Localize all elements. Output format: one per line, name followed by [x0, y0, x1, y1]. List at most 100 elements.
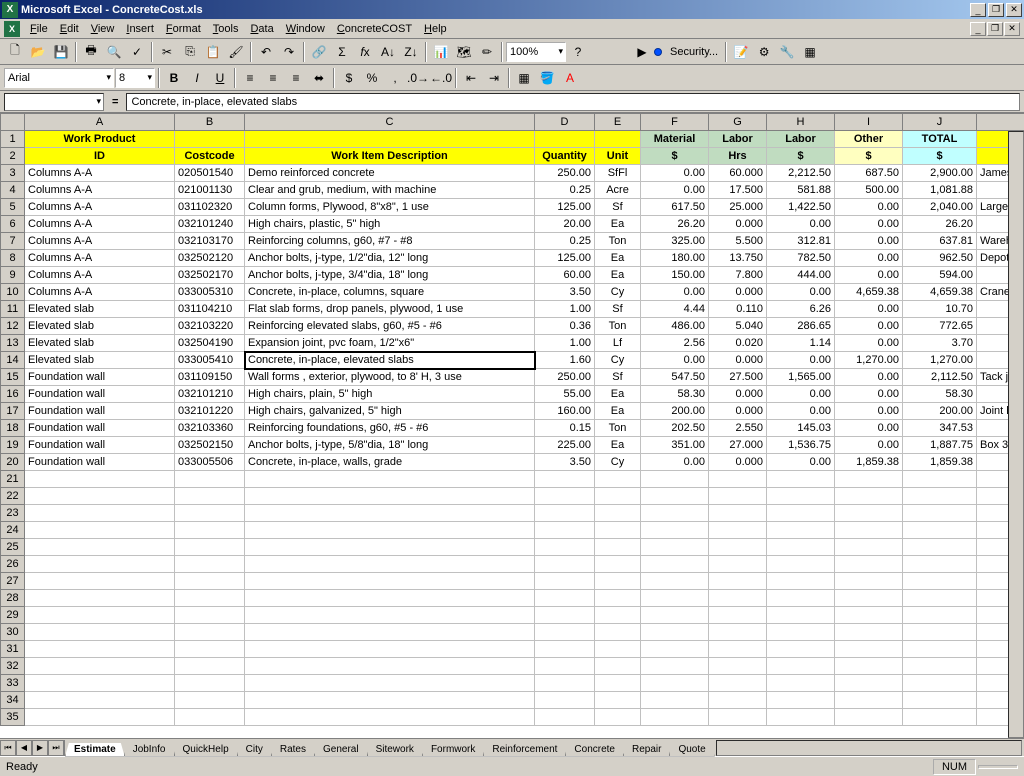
col-header[interactable]: I [835, 114, 903, 131]
cell[interactable] [903, 607, 977, 624]
row-header[interactable]: 5 [1, 199, 25, 216]
cell[interactable]: 150.00 [641, 267, 709, 284]
borders-button[interactable]: ▦ [513, 67, 535, 89]
copy-button[interactable]: ⎘ [179, 41, 201, 63]
cell[interactable] [535, 607, 595, 624]
row-header[interactable]: 25 [1, 539, 25, 556]
header-cell[interactable]: Unit [595, 148, 641, 165]
cell[interactable]: 962.50 [903, 250, 977, 267]
header-cell[interactable]: Quantity [535, 148, 595, 165]
cell[interactable] [903, 675, 977, 692]
row-header[interactable]: 20 [1, 454, 25, 471]
cell[interactable]: 200.00 [903, 403, 977, 420]
cell[interactable] [709, 471, 767, 488]
cell[interactable]: 617.50 [641, 199, 709, 216]
cell[interactable]: 1.60 [535, 352, 595, 369]
header-cell[interactable]: Costcode [175, 148, 245, 165]
row-header[interactable]: 12 [1, 318, 25, 335]
row-header[interactable]: 19 [1, 437, 25, 454]
cell[interactable] [595, 556, 641, 573]
cell[interactable]: 250.00 [535, 369, 595, 386]
save-button[interactable]: 💾 [50, 41, 72, 63]
col-header[interactable]: J [903, 114, 977, 131]
cell[interactable]: 033005506 [175, 454, 245, 471]
cell[interactable]: Columns A-A [25, 216, 175, 233]
cell[interactable]: 032103220 [175, 318, 245, 335]
cell[interactable]: 13.750 [709, 250, 767, 267]
cell[interactable] [25, 590, 175, 607]
header-cell[interactable]: TOTAL [903, 131, 977, 148]
cell[interactable]: 5.500 [709, 233, 767, 250]
paste-button[interactable]: 📋 [202, 41, 224, 63]
fill-color-button[interactable]: 🪣 [536, 67, 558, 89]
merge-center-button[interactable]: ⬌ [308, 67, 330, 89]
cell[interactable] [903, 522, 977, 539]
cell[interactable]: 1.14 [767, 335, 835, 352]
menu-tools[interactable]: Tools [207, 21, 245, 37]
cell[interactable] [641, 658, 709, 675]
cell[interactable] [535, 505, 595, 522]
cell[interactable]: 0.00 [835, 335, 903, 352]
cell[interactable] [595, 624, 641, 641]
mdi-close-button[interactable]: ✕ [1004, 22, 1020, 36]
cell[interactable] [595, 709, 641, 726]
cell[interactable]: 0.00 [835, 267, 903, 284]
cell[interactable] [641, 624, 709, 641]
cell[interactable] [709, 590, 767, 607]
tab-last-button[interactable]: ⏭ [48, 740, 64, 756]
cell[interactable] [709, 624, 767, 641]
cell[interactable]: Concrete, in-place, walls, grade [245, 454, 535, 471]
cell[interactable] [835, 607, 903, 624]
cell[interactable] [641, 556, 709, 573]
cell[interactable] [175, 573, 245, 590]
cell[interactable]: Expansion joint, pvc foam, 1/2"x6" [245, 335, 535, 352]
cell[interactable] [835, 624, 903, 641]
cell[interactable] [25, 488, 175, 505]
cell[interactable]: Concrete, in-place, columns, square [245, 284, 535, 301]
cell[interactable]: 4.44 [641, 301, 709, 318]
cell[interactable]: Reinforcing elevated slabs, g60, #5 - #6 [245, 318, 535, 335]
cell[interactable]: 7.800 [709, 267, 767, 284]
cell[interactable]: High chairs, plain, 5" high [245, 386, 535, 403]
cell[interactable]: Columns A-A [25, 199, 175, 216]
cell[interactable] [245, 539, 535, 556]
cell[interactable] [175, 556, 245, 573]
row-header[interactable]: 22 [1, 488, 25, 505]
cell[interactable]: 0.25 [535, 233, 595, 250]
cell[interactable] [835, 709, 903, 726]
header-cell[interactable]: $ [767, 148, 835, 165]
cell[interactable]: 581.88 [767, 182, 835, 199]
cell[interactable]: Flat slab forms, drop panels, plywood, 1… [245, 301, 535, 318]
macro-button[interactable]: 📝 [730, 41, 752, 63]
cell[interactable]: 0.000 [709, 454, 767, 471]
cell[interactable] [535, 624, 595, 641]
row-header[interactable]: 9 [1, 267, 25, 284]
cell[interactable]: Columns A-A [25, 233, 175, 250]
cell[interactable]: 2,112.50 [903, 369, 977, 386]
formula-input[interactable]: Concrete, in-place, elevated slabs [126, 93, 1020, 111]
undo-button[interactable]: ↶ [255, 41, 277, 63]
cell[interactable] [641, 471, 709, 488]
cell[interactable] [835, 556, 903, 573]
cell[interactable]: 4,659.38 [835, 284, 903, 301]
cell[interactable]: 0.000 [709, 386, 767, 403]
cell[interactable]: 0.00 [835, 369, 903, 386]
cell[interactable] [245, 607, 535, 624]
cell[interactable] [903, 488, 977, 505]
cell[interactable] [709, 556, 767, 573]
cell[interactable]: 20.00 [535, 216, 595, 233]
cell[interactable] [25, 641, 175, 658]
cell[interactable] [709, 675, 767, 692]
cell[interactable] [595, 539, 641, 556]
cell[interactable] [835, 675, 903, 692]
help-button[interactable]: ? [567, 41, 589, 63]
zoom-combo[interactable]: 100% [506, 42, 566, 62]
cell[interactable]: 1.00 [535, 335, 595, 352]
cell[interactable]: 032502170 [175, 267, 245, 284]
cell[interactable]: 160.00 [535, 403, 595, 420]
menu-view[interactable]: View [85, 21, 121, 37]
vbe-button[interactable]: ⚙ [753, 41, 775, 63]
cell[interactable] [709, 641, 767, 658]
sheet-tab-repair[interactable]: Repair [623, 743, 670, 757]
cell[interactable] [835, 573, 903, 590]
